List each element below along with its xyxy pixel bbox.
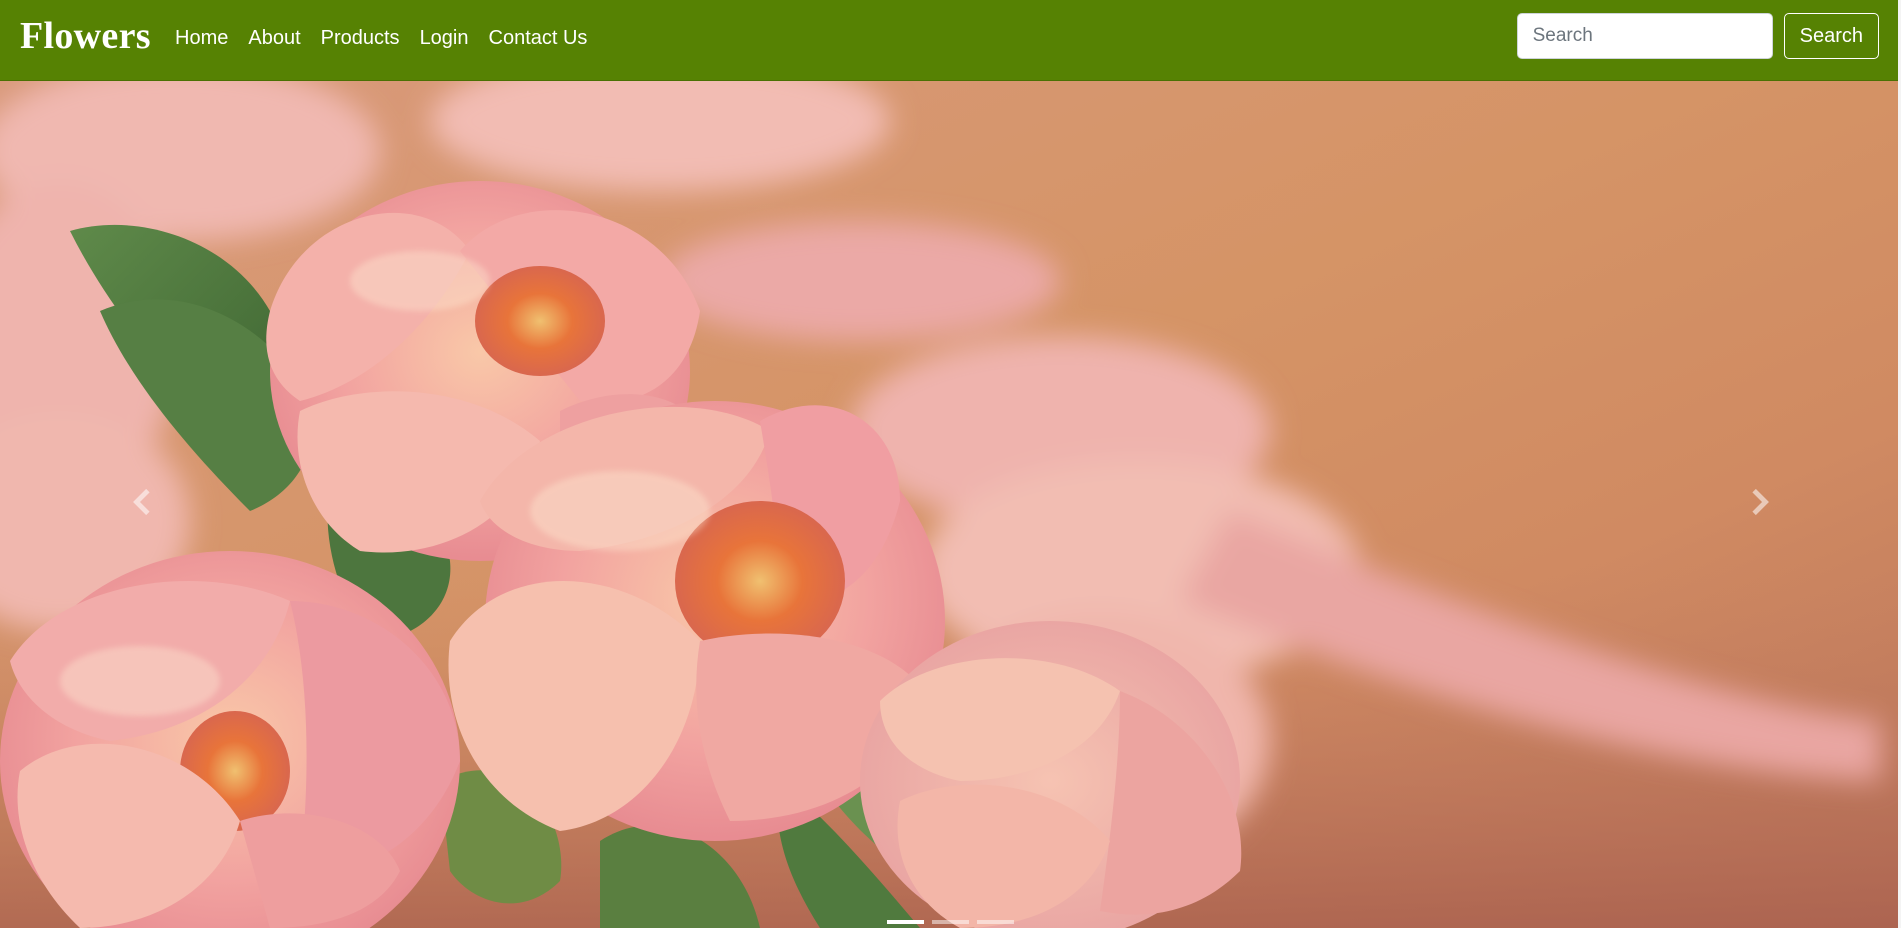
page: Flowers Home About Products Login Contac… — [0, 0, 1901, 928]
brand-logo[interactable]: Flowers — [20, 12, 151, 60]
nav-link-home[interactable]: Home — [165, 26, 238, 50]
carousel-indicator-3[interactable] — [977, 920, 1014, 924]
chevron-left-icon — [130, 488, 156, 520]
nav-link-contact-us[interactable]: Contact Us — [479, 26, 598, 50]
nav-link-login[interactable]: Login — [410, 26, 479, 50]
search-input[interactable] — [1516, 13, 1773, 59]
image-carousel — [0, 81, 1901, 928]
carousel-prev-button[interactable] — [0, 81, 285, 928]
search-button[interactable]: Search — [1783, 13, 1879, 59]
chevron-right-icon — [1746, 488, 1772, 520]
carousel-next-button[interactable] — [1616, 81, 1901, 928]
nav-link-products[interactable]: Products — [311, 26, 410, 50]
carousel-indicators — [0, 920, 1901, 924]
search-form: Search — [1516, 13, 1879, 59]
nav-link-about[interactable]: About — [238, 26, 310, 50]
carousel-indicator-1[interactable] — [887, 920, 924, 924]
navbar: Flowers Home About Products Login Contac… — [0, 0, 1901, 81]
nav-links: Home About Products Login Contact Us — [165, 0, 597, 75]
carousel-indicator-2[interactable] — [932, 920, 969, 924]
